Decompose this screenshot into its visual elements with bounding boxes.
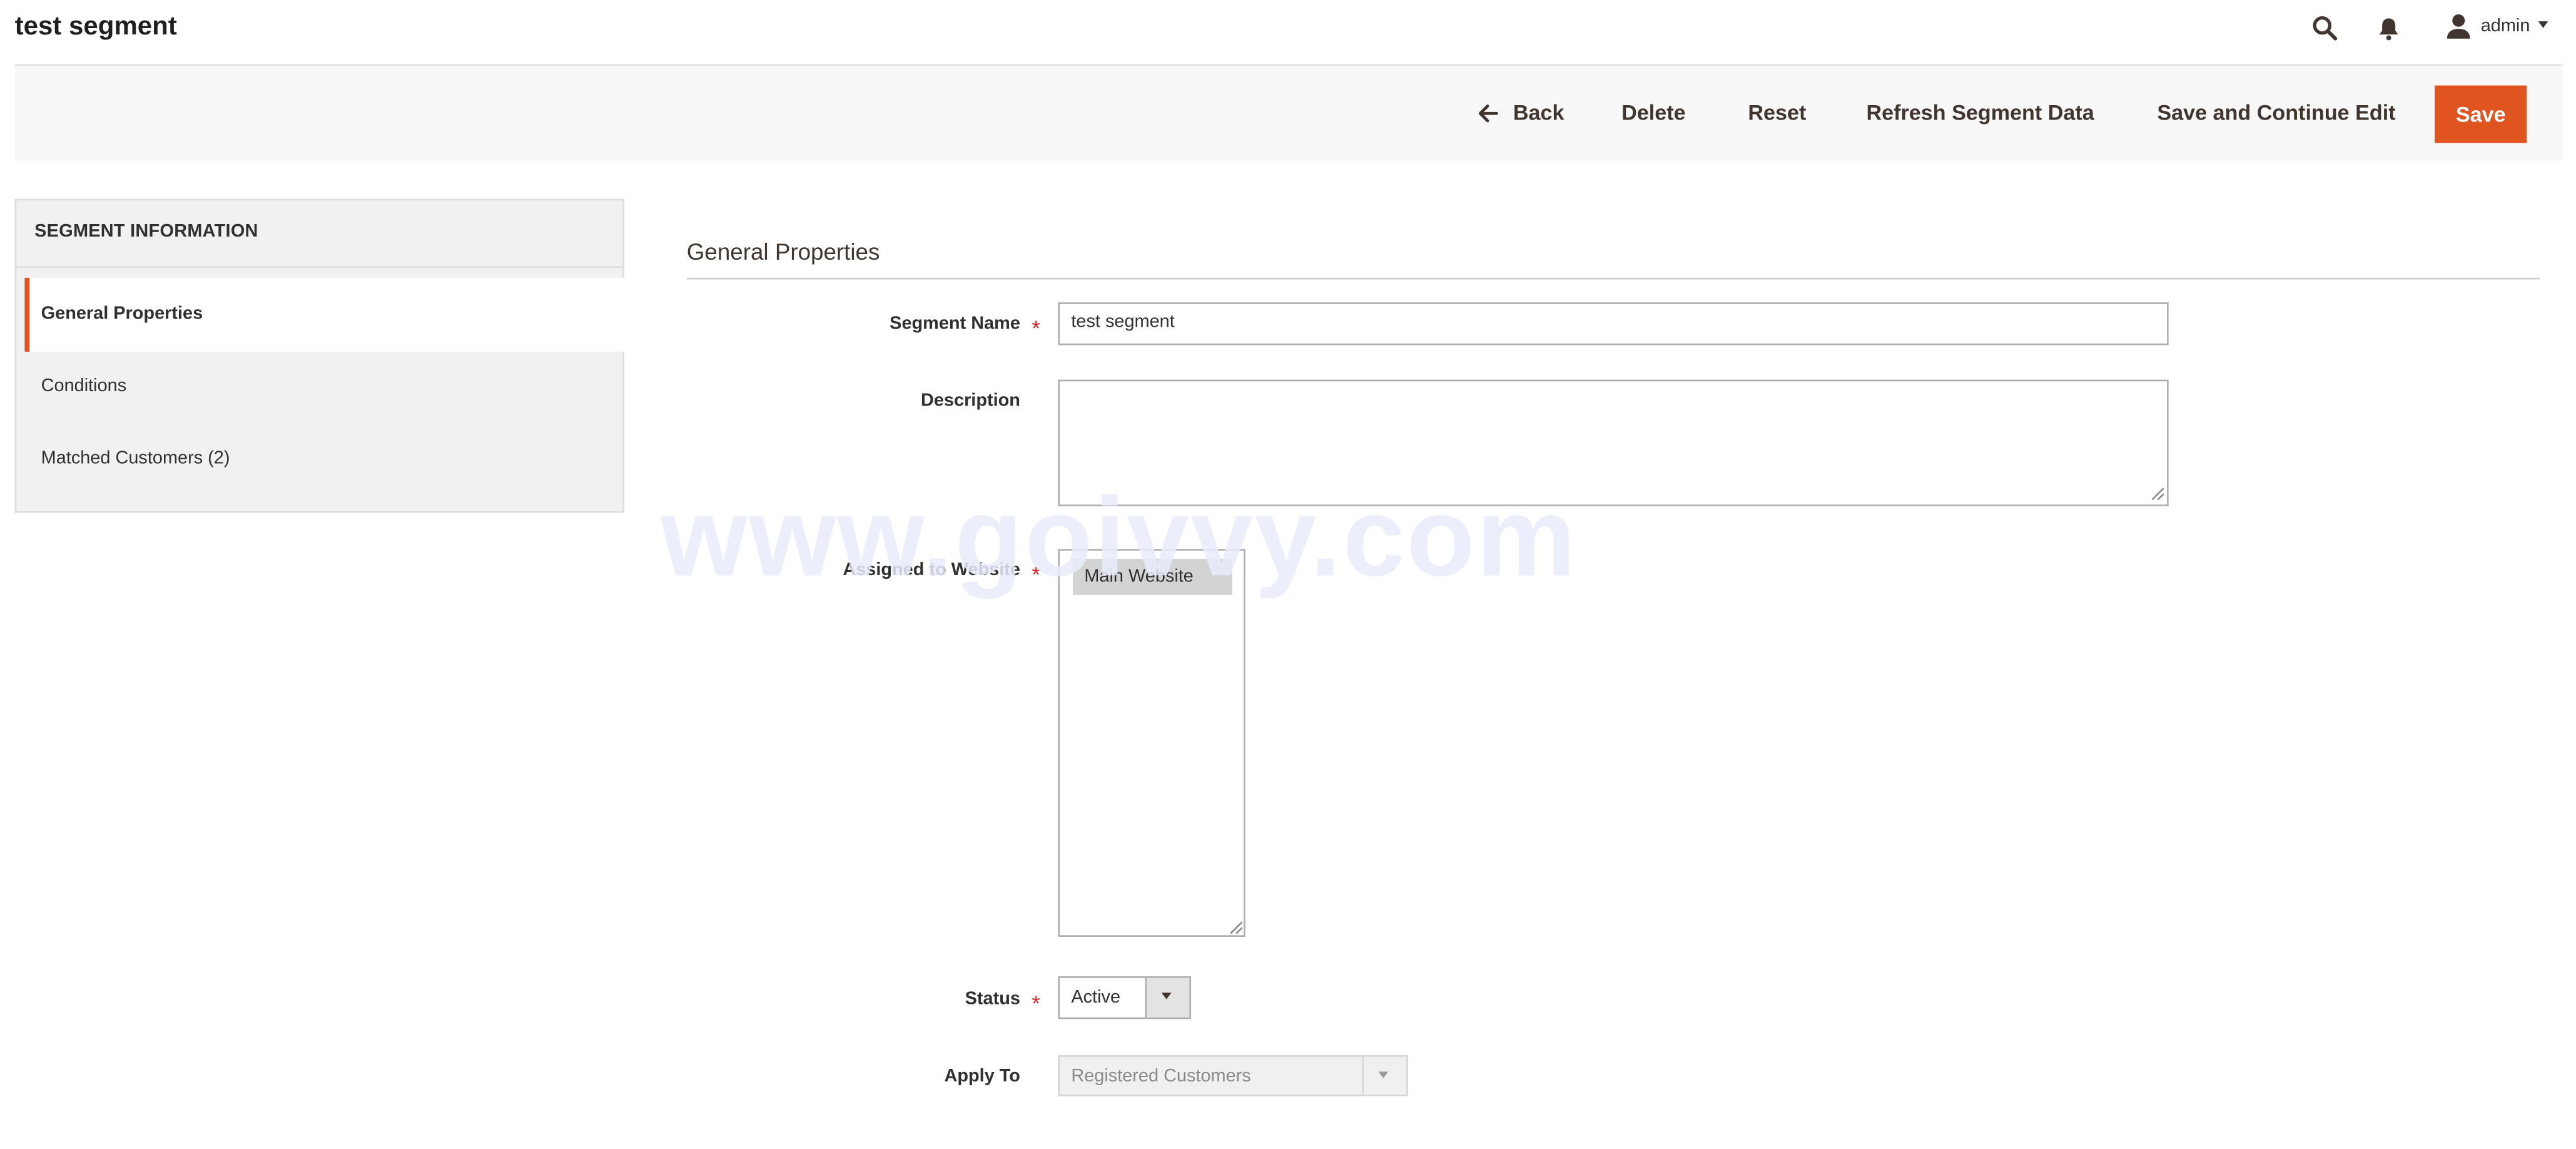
delete-button[interactable]: Delete bbox=[1621, 100, 1686, 125]
bell-icon[interactable] bbox=[2377, 16, 2400, 41]
status-dropdown-button[interactable] bbox=[1145, 978, 1190, 1018]
chevron-down-icon[interactable] bbox=[2538, 21, 2548, 28]
sidebar-item-general-properties[interactable]: General Properties bbox=[41, 304, 203, 324]
sidebar-divider bbox=[16, 266, 623, 268]
description-textarea[interactable] bbox=[1058, 379, 2169, 506]
segment-name-label: Segment Name bbox=[890, 314, 1020, 334]
required-asterisk: * bbox=[1032, 315, 1040, 340]
section-title: General Properties bbox=[686, 238, 880, 265]
apply-to-value: Registered Customers bbox=[1071, 1066, 1251, 1086]
chevron-down-icon bbox=[1161, 993, 1172, 999]
sidebar-item-conditions[interactable]: Conditions bbox=[41, 376, 127, 396]
save-and-continue-button[interactable]: Save and Continue Edit bbox=[2157, 100, 2395, 125]
app-root: test segment admin Back Delete Reset Ref… bbox=[0, 0, 2576, 1149]
sidebar-item-matched-customers[interactable]: Matched Customers (2) bbox=[41, 449, 230, 469]
segment-name-input[interactable]: test segment bbox=[1058, 302, 2169, 345]
status-select[interactable]: Active bbox=[1058, 976, 1192, 1019]
chevron-down-icon bbox=[1378, 1071, 1389, 1078]
apply-to-dropdown-button bbox=[1362, 1056, 1407, 1095]
arrow-left-icon[interactable] bbox=[1477, 103, 1498, 123]
assigned-website-label: Assigned to Website bbox=[843, 560, 1020, 581]
reset-button[interactable]: Reset bbox=[1748, 100, 1806, 125]
sidebar-title: SEGMENT INFORMATION bbox=[34, 222, 258, 242]
status-value: Active bbox=[1071, 988, 1121, 1008]
required-asterisk: * bbox=[1032, 562, 1040, 587]
user-icon[interactable] bbox=[2447, 13, 2471, 39]
save-button[interactable]: Save bbox=[2435, 85, 2527, 143]
refresh-segment-data-button[interactable]: Refresh Segment Data bbox=[1866, 100, 2094, 125]
page-title: test segment bbox=[14, 13, 177, 41]
search-icon[interactable] bbox=[2311, 15, 2338, 41]
apply-to-label: Apply To bbox=[944, 1066, 1020, 1086]
website-multiselect[interactable]: Main Website bbox=[1058, 549, 1245, 937]
resize-handle-icon[interactable] bbox=[1229, 921, 1244, 936]
required-asterisk: * bbox=[1032, 991, 1040, 1016]
admin-user-label[interactable]: admin bbox=[2481, 16, 2530, 36]
status-label: Status bbox=[965, 989, 1020, 1009]
section-divider bbox=[686, 277, 2540, 280]
resize-handle-icon[interactable] bbox=[2151, 486, 2166, 501]
website-option-main[interactable]: Main Website bbox=[1072, 558, 1232, 595]
description-label: Description bbox=[921, 391, 1020, 411]
back-button[interactable]: Back bbox=[1513, 100, 1564, 125]
apply-to-select: Registered Customers bbox=[1058, 1055, 1408, 1096]
